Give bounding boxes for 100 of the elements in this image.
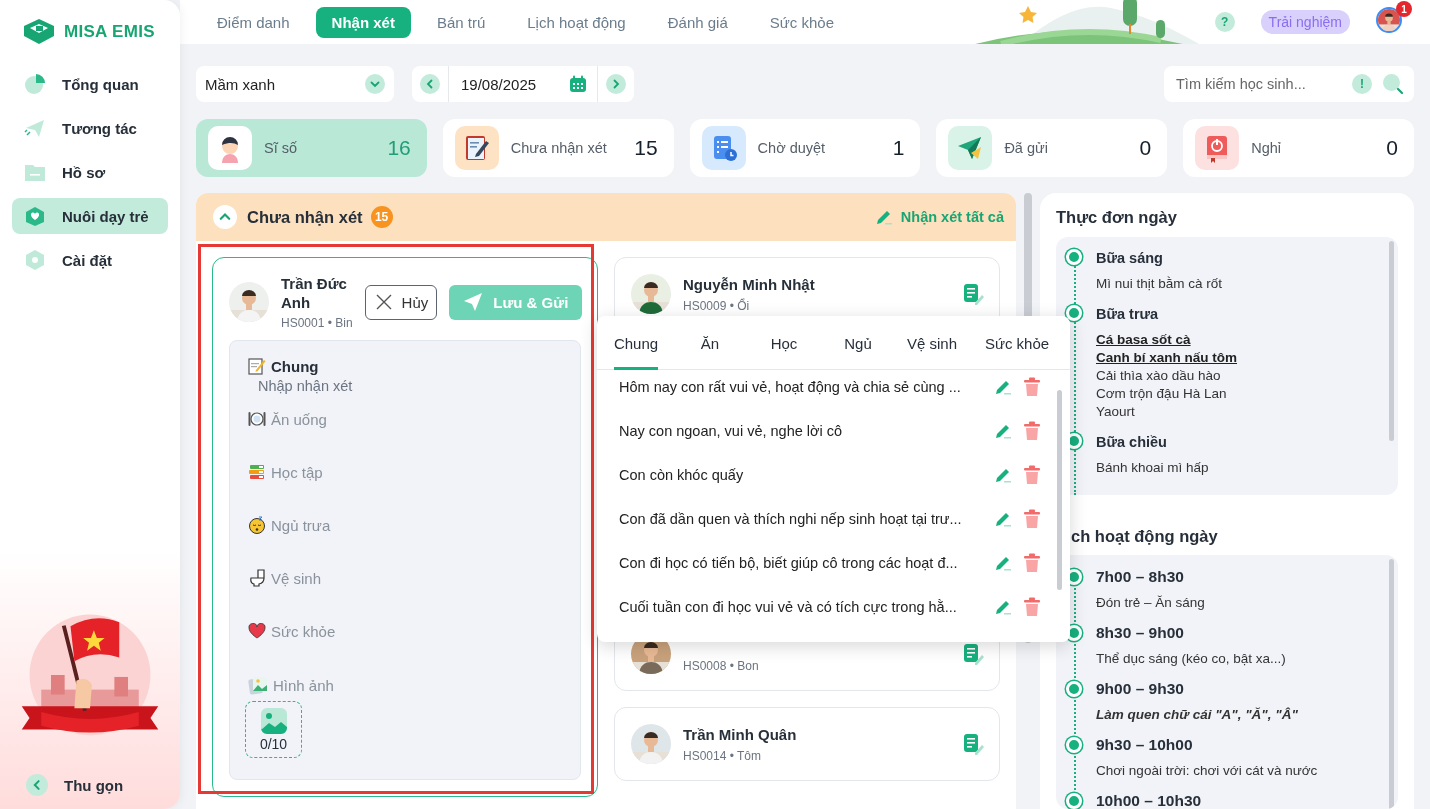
stat-card[interactable]: Nghỉ 0 (1183, 119, 1414, 177)
panel-title: Thực đơn ngày (1056, 207, 1178, 228)
toilet-icon (248, 569, 266, 587)
nav-tab[interactable]: Lịch hoạt động (511, 6, 642, 38)
scrollbar[interactable] (1389, 559, 1394, 809)
dish-name: Cải thìa xào dầu hào (1096, 367, 1222, 385)
activity-name: Thể dục sáng (kéo co, bật xa...) (1096, 650, 1287, 668)
activity-name: Chơi ngoài trời: chơi với cát và nước (1096, 762, 1319, 780)
chevron-down-icon[interactable] (365, 74, 385, 94)
document-edit-icon[interactable] (962, 283, 984, 305)
time-slot: 7h00 – 8h30 (1096, 567, 1398, 587)
photo-upload[interactable]: 0/10 (245, 701, 302, 758)
meal-name: Bữa chiều (1096, 433, 1168, 451)
comment-template[interactable]: Con còn khóc quấy (619, 467, 983, 483)
chevron-right-icon[interactable] (606, 74, 626, 94)
photos-icon (248, 675, 268, 695)
stat-value: 0 (1386, 136, 1398, 160)
stat-label: Sĩ số (264, 140, 299, 156)
chevron-up-icon[interactable] (213, 205, 237, 229)
pencil-icon[interactable] (994, 466, 1012, 484)
stat-label: Chưa nhận xét (510, 140, 608, 156)
pencil-icon[interactable] (994, 554, 1012, 572)
dish-name: Yaourt (1096, 403, 1136, 421)
stat-label: Đã gửi (1004, 140, 1049, 156)
student-code: HS0001 • Bin (281, 316, 353, 330)
image-icon (260, 707, 287, 734)
meal-name: Bữa sáng (1096, 249, 1164, 267)
stat-value: 16 (387, 136, 411, 160)
nav-tab[interactable]: Sức khỏe (753, 6, 850, 38)
nav-tab[interactable]: Đánh giá (651, 6, 744, 38)
comment-template[interactable]: Con đã dần quen và thích nghi nếp sinh hoạt tại trư... (619, 511, 983, 527)
time-slot: 8h30 – 9h00 (1096, 623, 1398, 643)
stat-label: Chờ duyệt (757, 140, 827, 156)
trash-icon[interactable] (1023, 421, 1041, 441)
nav-tab[interactable]: Bán trú (420, 6, 502, 38)
trash-icon[interactable] (1023, 509, 1041, 529)
dish-name: Canh bí xanh nấu tôm (1096, 349, 1238, 367)
scrollbar[interactable] (1057, 390, 1062, 590)
logo-text: MISA EMIS (64, 22, 155, 42)
trash-icon[interactable] (1023, 553, 1041, 573)
time-slot: 10h00 – 10h30 (1096, 791, 1398, 809)
comment-template[interactable]: Cuối tuần con đi học vui vẻ và có tích cực trong hằ... (619, 599, 983, 615)
pencil-icon[interactable] (994, 510, 1012, 528)
send-icon (463, 292, 484, 312)
sidebar-item[interactable]: Nuôi dạy trẻ (12, 198, 168, 234)
sidebar-item[interactable]: Tổng quan (12, 66, 168, 102)
collapse-label[interactable]: Thu gọn (64, 776, 124, 794)
comment-template[interactable]: Nay con ngoan, vui vẻ, nghe lời cô (619, 423, 983, 439)
student-code: HS0014 • Tôm (683, 748, 763, 763)
sidebar-item[interactable]: Hồ sơ (12, 154, 168, 190)
student-name: Trần Minh Quân (683, 725, 798, 745)
trash-icon[interactable] (1023, 465, 1041, 485)
student-name: Trần Đức Anh (281, 274, 348, 312)
logo-icon (22, 18, 56, 46)
notepad-icon (248, 357, 266, 375)
heart-icon (24, 205, 46, 227)
heart-icon (248, 622, 266, 640)
stat-card[interactable]: Chưa nhận xét 15 (442, 119, 674, 177)
scrollbar[interactable] (1389, 241, 1394, 441)
dish-name: Cá basa sốt cà (1096, 331, 1192, 349)
calendar-icon[interactable] (569, 75, 587, 93)
cancel-button[interactable]: Hủy (364, 284, 438, 320)
category-tab[interactable]: Chung (613, 316, 659, 370)
nav-tab[interactable]: Điểm danh (201, 6, 306, 38)
close-icon (375, 294, 392, 310)
plate-icon (248, 410, 266, 428)
student-card[interactable]: Trần Minh Quân HS0014 • Tôm (614, 707, 1000, 781)
collapse-button[interactable]: Thu gọn (26, 761, 168, 809)
document-edit-icon[interactable] (962, 733, 984, 755)
section-label[interactable]: Chung (248, 357, 562, 375)
search-icon[interactable] (1382, 73, 1404, 95)
stat-card[interactable]: Chờ duyệt 1 (689, 119, 921, 177)
trash-icon[interactable] (1023, 597, 1041, 617)
document-edit-icon[interactable] (962, 643, 984, 665)
timeline-dot (1066, 249, 1082, 265)
panel-title: ch hoạt động ngày (1071, 526, 1219, 547)
pie-chart-icon (24, 73, 46, 95)
sidebar-item[interactable]: Cài đặt (12, 242, 168, 278)
chevron-left-icon[interactable] (420, 74, 440, 94)
stat-card[interactable]: Sĩ số 16 (196, 119, 427, 177)
chevron-left-icon[interactable] (26, 774, 48, 796)
dish-name: Mì nui thịt bằm cà rốt (1096, 275, 1224, 293)
count-badge: 15 (370, 206, 393, 228)
pencil-icon[interactable] (994, 378, 1012, 396)
stat-value: 1 (892, 136, 905, 160)
books-icon (248, 463, 266, 481)
student-code: HS0008 • Bon (683, 658, 760, 673)
sidebar-item[interactable]: Tương tác (12, 110, 168, 146)
comment-template[interactable]: Hôm nay con rất vui vẻ, hoạt động và chia sẻ cùng ... (619, 379, 983, 395)
comment-template[interactable]: Con đi học có tiến bộ, biết giúp cô trong các hoạt đ... (619, 555, 983, 571)
stat-card[interactable]: Đã gửi 0 (936, 119, 1168, 177)
trash-icon[interactable] (1023, 377, 1041, 397)
pencil-icon[interactable] (994, 598, 1012, 616)
stat-label: Nghỉ (1251, 140, 1282, 156)
emoji-icon (248, 516, 266, 534)
pencil-icon[interactable] (994, 422, 1012, 440)
timeline-dot (1066, 681, 1082, 697)
comment-field[interactable]: Nhập nhận xét (258, 378, 558, 394)
class-select[interactable]: Mầm xanh (196, 66, 394, 102)
notification-badge: 1 (1396, 1, 1412, 17)
